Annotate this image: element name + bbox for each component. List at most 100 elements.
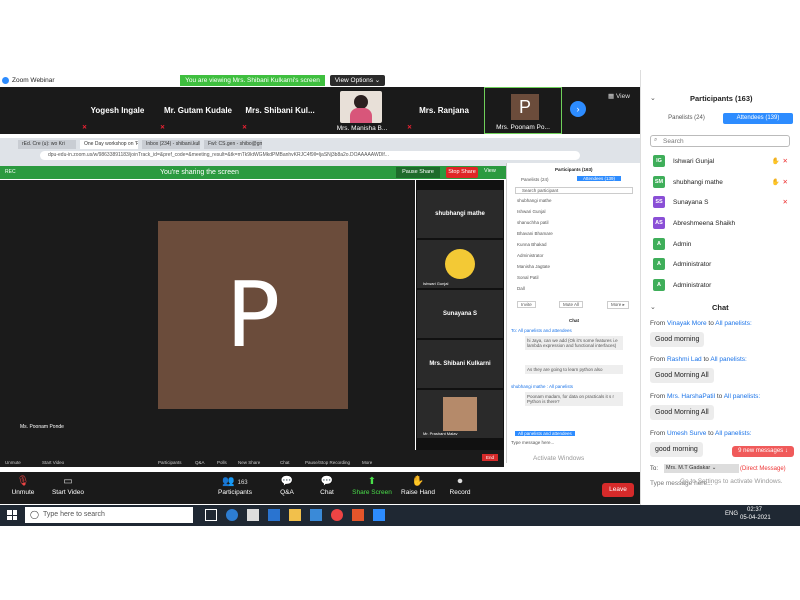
view-options-button[interactable]: View Options ⌄ bbox=[330, 75, 385, 86]
inner-tile[interactable]: Mrs. Shibani Kulkarni bbox=[417, 340, 503, 388]
raise-hand-icon: ✋ bbox=[771, 158, 780, 165]
browser-tab[interactable]: rEd. Cre (u): wo Kri bbox=[18, 140, 76, 149]
gallery-tile[interactable]: Mr. Gutam Kudale ✕ bbox=[158, 87, 238, 134]
collapse-chevron-icon[interactable]: ⌄ bbox=[650, 303, 656, 311]
list-item[interactable]: Ishwari Gunjal bbox=[517, 209, 553, 220]
list-item[interactable]: IG Ishwari Gunjal ✋ ✕ bbox=[653, 154, 788, 168]
browser-tab[interactable]: Inbox (234) - shibani.kulkarni@ bbox=[142, 140, 200, 149]
rec-indicator: REC bbox=[5, 169, 16, 175]
inner-recording-button[interactable]: Pause/Stop Recording bbox=[305, 460, 350, 465]
store-icon[interactable] bbox=[247, 509, 259, 521]
sender-name: Vinayak More bbox=[666, 320, 707, 327]
inner-search[interactable]: Search participant bbox=[515, 187, 633, 194]
search-icon: ⌕ bbox=[654, 137, 658, 143]
taskbar-search[interactable]: Type here to search bbox=[25, 507, 193, 523]
zoom-app-icon[interactable] bbox=[373, 509, 385, 521]
list-item[interactable]: SS Sunayana S ✕ bbox=[653, 195, 788, 209]
language-indicator[interactable]: ENG bbox=[725, 511, 738, 517]
clock-date: 05-04-2021 bbox=[740, 515, 771, 521]
inner-qa-button[interactable]: Q&A bbox=[195, 460, 205, 465]
next-page-button[interactable]: › bbox=[570, 101, 586, 117]
inner-tab-panelists[interactable]: Panelists (24) bbox=[521, 177, 549, 182]
participants-button[interactable]: 👥 163 Participants bbox=[207, 476, 263, 496]
chat-title: Chat bbox=[712, 303, 729, 312]
emoji-avatar-icon bbox=[445, 249, 475, 279]
list-item[interactable]: A Administrator bbox=[653, 278, 788, 292]
collapse-chevron-icon[interactable]: ⌄ bbox=[650, 94, 656, 102]
gallery-tile-video[interactable]: Mrs. Manisha B... bbox=[322, 87, 402, 134]
windows-start-icon[interactable] bbox=[7, 510, 17, 520]
gallery-tile-active[interactable]: P Mrs. Poonam Po... bbox=[484, 87, 562, 134]
chat-sender: From Rashmi Lad to All panelists: bbox=[650, 356, 747, 363]
inner-tile[interactable]: Mr. Prashant Malav bbox=[417, 390, 503, 438]
gallery-tile[interactable]: Mrs. Shibani Kul... ✕ bbox=[240, 87, 320, 134]
tile-name: Mrs. Shibani Kul... bbox=[245, 106, 315, 115]
inner-unmute-button[interactable]: Unmute bbox=[5, 460, 21, 465]
avatar: A bbox=[653, 238, 665, 250]
stop-share-button[interactable]: Stop Share bbox=[446, 167, 478, 178]
office-icon[interactable] bbox=[352, 509, 364, 521]
raise-hand-label: Raise Hand bbox=[401, 489, 435, 496]
avatar: SS bbox=[653, 196, 665, 208]
activate-windows-hint: Go to Settings to activate Windows. bbox=[680, 478, 783, 485]
inner-more-button[interactable]: More ▸ bbox=[607, 301, 629, 309]
leave-button[interactable]: Leave bbox=[602, 483, 634, 497]
inner-end-button[interactable]: End bbox=[482, 454, 499, 461]
list-item[interactable]: A Administrator bbox=[653, 257, 788, 271]
gallery-tile[interactable]: Yogesh Ingale ✕ bbox=[80, 87, 155, 134]
edge-icon[interactable] bbox=[226, 509, 238, 521]
inner-tile-name: shubhangi mathe bbox=[435, 211, 485, 217]
inner-tab-attendees[interactable]: Attendees (139) bbox=[577, 176, 622, 181]
chrome-icon[interactable] bbox=[331, 509, 343, 521]
list-item[interactable]: Sonal Patil bbox=[517, 275, 553, 286]
list-item[interactable]: SM shubhangi mathe ✋ ✕ bbox=[653, 175, 788, 189]
search-input[interactable]: Search bbox=[650, 135, 790, 147]
view-button-inner[interactable]: View bbox=[484, 168, 496, 174]
inner-more-button[interactable]: More bbox=[362, 460, 372, 465]
explorer-icon[interactable] bbox=[289, 509, 301, 521]
inner-chat-button[interactable]: Chat bbox=[280, 460, 290, 465]
list-item[interactable]: shanuchha patil bbox=[517, 220, 553, 231]
inner-start-video-button[interactable]: Start Video bbox=[42, 460, 64, 465]
address-bar[interactable]: dpu-edu-in.zoom.us/w/98633891183/joinTra… bbox=[40, 151, 580, 160]
list-item[interactable]: Manisha Jagtate bbox=[517, 264, 553, 275]
inner-new-share-button[interactable]: New Share bbox=[238, 460, 260, 465]
clock-time: 02:37 bbox=[747, 507, 763, 513]
list-item[interactable]: AS Abreshmeena Shaikh bbox=[653, 216, 788, 230]
list-item[interactable]: Bhavani Bhamare bbox=[517, 231, 553, 242]
list-item[interactable]: A Admin bbox=[653, 237, 788, 251]
record-label: Record bbox=[449, 489, 471, 496]
browser-tab-active[interactable]: One Day workshop on 'Pyth bbox=[80, 140, 138, 149]
list-item[interactable]: Administrator bbox=[517, 253, 553, 264]
mail-icon[interactable] bbox=[268, 509, 280, 521]
gallery-tile[interactable]: Mrs. Ranjana ✕ bbox=[405, 87, 483, 134]
participants-title: Participants (163) bbox=[690, 94, 753, 103]
inner-participants-button[interactable]: Participants bbox=[158, 460, 182, 465]
list-item[interactable]: Dall bbox=[517, 286, 553, 297]
inner-chat-input[interactable]: Type message here... bbox=[511, 440, 554, 445]
pause-share-button[interactable]: Pause Share bbox=[396, 167, 440, 178]
inner-tile[interactable]: Ishwari Gunjal bbox=[417, 240, 503, 288]
tab-panelists[interactable]: Panelists (24) bbox=[650, 113, 723, 124]
tile-name: Mrs. Manisha B... bbox=[336, 125, 388, 132]
record-button[interactable]: ⏺ Record bbox=[432, 476, 488, 496]
inner-tile[interactable]: Sunayana S bbox=[417, 290, 503, 338]
chat-recipient-select[interactable]: Mrs. M.T Gadakar ⌄ bbox=[664, 464, 739, 473]
view-button[interactable]: ▦ View bbox=[608, 92, 630, 100]
inner-invite-button[interactable]: Invite bbox=[517, 301, 536, 308]
chat-sender: From Vinayak More to All panelists: bbox=[650, 320, 752, 327]
photos-icon[interactable] bbox=[310, 509, 322, 521]
new-messages-button[interactable]: 9 new messages ↓ bbox=[732, 446, 794, 457]
start-video-button[interactable]: ▭ Start Video bbox=[40, 476, 96, 496]
task-view-icon[interactable] bbox=[205, 509, 217, 521]
inner-chat-to[interactable]: All panelists and attendees bbox=[515, 431, 575, 436]
browser-tab[interactable]: Fwl: CS.gen - shibo@gmail.com bbox=[204, 140, 262, 149]
inner-tile[interactable]: shubhangi mathe bbox=[417, 190, 503, 238]
inner-polls-button[interactable]: Polls bbox=[217, 460, 227, 465]
avatar: A bbox=[653, 279, 665, 291]
recipient: All panelists: bbox=[710, 356, 747, 363]
list-item[interactable]: shubhangi mathe bbox=[517, 198, 553, 209]
tab-attendees[interactable]: Attendees (139) bbox=[723, 113, 793, 124]
list-item[interactable]: Kunna Bhakad bbox=[517, 242, 553, 253]
inner-mute-all-button[interactable]: Mute All bbox=[559, 301, 584, 308]
